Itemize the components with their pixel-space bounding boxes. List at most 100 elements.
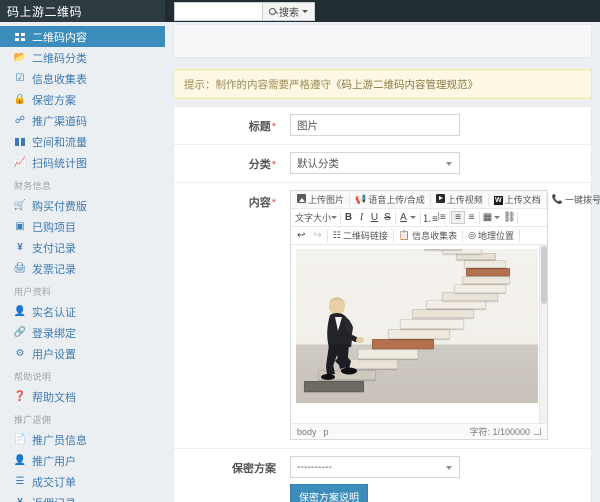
editor-char-count-wrap: 字符: 1/100000 [469, 425, 541, 438]
sidebar-item-0-4[interactable]: ☍ 推广渠道码 [0, 110, 165, 131]
sidebar-item-4-2[interactable]: ☰ 成交订单 [0, 471, 165, 492]
status-path-body: body [297, 426, 317, 437]
sidebar-item-0-3[interactable]: 🔒 保密方案 [0, 89, 165, 110]
strikethrough-icon[interactable]: S [381, 212, 394, 223]
sidebar-item-1-3[interactable]: 🖨 发票记录 [0, 258, 165, 279]
editor-tool-label: 上传文档 [504, 195, 541, 205]
yen-icon: ¥ [17, 242, 23, 253]
editor-tool-label: 语音上传/合成 [368, 195, 425, 205]
caret-down-icon [302, 9, 308, 13]
editor-content-area[interactable] [291, 245, 547, 423]
toolbar-divider [545, 193, 547, 206]
editor-tool-word-doc-icon[interactable]: W 上传文档 [490, 192, 545, 208]
editor-tool-phone-icon[interactable]: 📞 一键拨号 [548, 192, 600, 208]
sidebar-item-2-1[interactable]: 🔗 登录绑定 [0, 322, 165, 343]
toolbar-divider [349, 193, 351, 206]
sidebar-group-title: 财务信息 [14, 181, 52, 191]
lock-icon: 🔒 [13, 94, 27, 105]
scrollbar-thumb[interactable] [541, 246, 547, 304]
editor-toolbar-row-1: 上传图片 📢 语音上传/合成 上传视频 W 上传文档 📞 一键拨号 [291, 191, 600, 209]
sidebar-group-title: 帮助说明 [14, 372, 52, 382]
font-size-label: 文字大小 [295, 213, 332, 223]
font-size-select[interactable]: 文字大小 [293, 211, 339, 225]
editor-tool-label: 上传图片 [308, 195, 345, 205]
editor-tool-map-pin-icon[interactable]: ◎ 地理位置 [464, 228, 518, 244]
sidebar-item-0-6[interactable]: 📈 扫码统计图 [0, 152, 165, 173]
list-icon: ☰ [15, 476, 25, 487]
search-button-label: 搜索 [279, 7, 299, 19]
unordered-list-icon[interactable]: ⁞≡ [435, 212, 448, 223]
editor-element-path: body p [297, 427, 329, 437]
search-input[interactable] [174, 1, 262, 21]
italic-icon[interactable]: I [355, 212, 368, 223]
sidebar-item-label: 信息收集表 [32, 73, 87, 86]
editor-scrollbar[interactable] [539, 245, 547, 423]
required-marker: * [271, 197, 276, 209]
undo-icon: ↩ [297, 230, 306, 241]
editor-tool-form-icon[interactable]: 📋 信息收集表 [395, 228, 461, 244]
qrcode-icon [14, 32, 26, 41]
required-marker: * [271, 121, 276, 133]
toolbar-divider [340, 211, 341, 224]
content-control: 上传图片 📢 语音上传/合成 上传视频 W 上传文档 📞 一键拨号 文字大小 B I U S … [286, 183, 600, 448]
box-icon: ▣ [15, 221, 25, 232]
businessman-figure [318, 297, 370, 387]
text-color-icon[interactable]: A [397, 212, 410, 223]
editor-tool-video-icon[interactable]: 上传视频 [432, 192, 487, 208]
sidebar-item-3-0[interactable]: ❓ 帮助文档 [0, 386, 165, 407]
secrecy-select[interactable]: ---------- [290, 456, 460, 478]
sidebar-item-1-1[interactable]: ▣ 已购项目 [0, 216, 165, 237]
editor-tool-label: 二维码链接 [342, 231, 388, 241]
sidebar-item-4-1[interactable]: 👤 推广用户 [0, 450, 165, 471]
table-icon[interactable]: ▦ [481, 212, 494, 223]
sidebar-item-4-3[interactable]: ¥ 返佣记录 [0, 492, 165, 502]
server-icon [14, 137, 26, 146]
checkbox-form-icon: ☑ [15, 73, 25, 84]
ordered-list-icon[interactable]: ⒈≡ [422, 210, 438, 225]
underline-icon[interactable]: U [368, 212, 381, 223]
align-left-icon[interactable]: ≡ [451, 211, 465, 224]
book-step [372, 339, 434, 349]
align-center-icon[interactable]: ≡ [465, 212, 478, 223]
editor-tool-undo-icon[interactable]: ↩ [293, 228, 309, 244]
editor-tool-redo-icon[interactable]: ↪ [309, 228, 325, 244]
bold-icon[interactable]: B [342, 212, 355, 223]
toolbar-divider [518, 229, 520, 242]
resize-handle-icon[interactable] [534, 428, 541, 435]
phone-icon: 📞 [551, 194, 563, 204]
sidebar-item-1-0[interactable]: 🛒 购买付费版 [0, 195, 165, 216]
sidebar-item-0-1[interactable]: 📂 二维码分类 [0, 47, 165, 68]
toolbar-divider [487, 193, 489, 206]
content-label-text: 内容 [248, 197, 271, 209]
sidebar-item-1-2[interactable]: ¥ 支付记录 [0, 237, 165, 258]
search-button[interactable]: 搜索 [262, 1, 315, 21]
app-brand-title[interactable]: 码上游二维码 [0, 0, 165, 22]
title-label: 标题* [174, 107, 286, 144]
toolbar-divider [462, 229, 464, 242]
sidebar-item-2-0[interactable]: 👤 实名认证 [0, 301, 165, 322]
toolbar-divider [429, 193, 431, 206]
sidebar-item-0-5[interactable]: 空间和流量 [0, 131, 165, 152]
sidebar-item-label: 保密方案 [32, 94, 76, 107]
question-circle-icon: ❓ [13, 391, 27, 402]
category-select[interactable]: 默认分类 [290, 152, 460, 174]
sidebar-item-2-2[interactable]: ⚙ 用户设置 [0, 343, 165, 364]
toolbar-divider [517, 211, 518, 224]
secrecy-info-button[interactable]: 保密方案说明 [290, 484, 368, 502]
link-icon[interactable]: ⛓ [503, 212, 516, 223]
editor-tool-label: 信息收集表 [412, 231, 458, 241]
alert-link[interactable]: 《码上游二维码内容管理规范》 [331, 77, 478, 92]
book-step [400, 319, 464, 329]
form-row-secrecy: 保密方案 ---------- 保密方案说明 [174, 449, 591, 502]
sidebar-item-4-0[interactable]: 📄 推广员信息 [0, 429, 165, 450]
top-header-bar: 码上游二维码 搜索 [0, 0, 600, 22]
editor-tool-megaphone-icon[interactable]: 📢 语音上传/合成 [351, 192, 429, 208]
sidebar-item-0-2[interactable]: ☑ 信息收集表 [0, 68, 165, 89]
content-image-illustration[interactable] [296, 249, 538, 403]
search-box: 搜索 [174, 1, 315, 21]
editor-tool-qrcode-link-icon[interactable]: ☷ 二维码链接 [329, 228, 392, 244]
sidebar-item-label: 登录绑定 [32, 327, 76, 340]
title-input[interactable] [290, 114, 460, 136]
editor-tool-image-icon[interactable]: 上传图片 [293, 192, 348, 208]
sidebar-item-0-0[interactable]: 二维码内容 [0, 26, 165, 47]
